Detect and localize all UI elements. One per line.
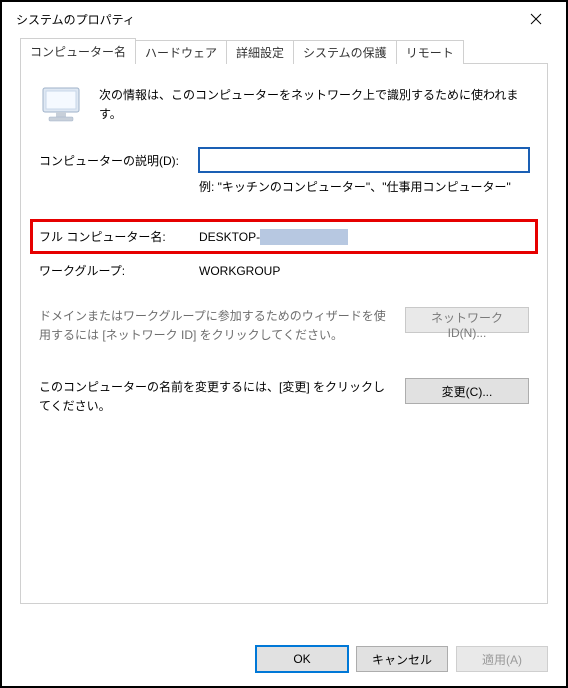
computer-icon (39, 86, 83, 126)
close-button[interactable] (516, 5, 556, 33)
full-computer-name-value: DESKTOP- (199, 229, 348, 245)
full-computer-name-label: フル コンピューター名: (39, 228, 199, 245)
description-example: 例: "キッチンのコンピューター"、"仕事用コンピューター" (199, 178, 529, 195)
intro-row: 次の情報は、このコンピューターをネットワーク上で識別するために使われます。 (39, 86, 529, 126)
change-name-text: このコンピューターの名前を変更するには、[変更] をクリックしてください。 (39, 378, 393, 415)
tab-panel-computer-name: 次の情報は、このコンピューターをネットワーク上で識別するために使われます。 コン… (20, 64, 548, 604)
change-button[interactable]: 変更(C)... (405, 378, 529, 404)
tab-label: コンピューター名 (30, 45, 126, 59)
change-name-section: このコンピューターの名前を変更するには、[変更] をクリックしてください。 変更… (39, 378, 529, 415)
tab-hardware[interactable]: ハードウェア (135, 40, 227, 64)
tab-label: システムの保護 (303, 46, 387, 60)
description-row: コンピューターの説明(D): (39, 148, 529, 172)
cancel-button[interactable]: キャンセル (356, 646, 448, 672)
full-computer-name-prefix: DESKTOP- (199, 230, 260, 244)
description-label: コンピューターの説明(D): (39, 152, 199, 169)
full-computer-name-highlight: フル コンピューター名: DESKTOP- (30, 219, 538, 254)
window-title: システムのプロパティ (16, 11, 516, 28)
tab-system-protection[interactable]: システムの保護 (293, 40, 397, 64)
tab-computer-name[interactable]: コンピューター名 (20, 38, 136, 64)
intro-text: 次の情報は、このコンピューターをネットワーク上で識別するために使われます。 (99, 86, 529, 124)
content-area: コンピューター名 ハードウェア 詳細設定 システムの保護 リモート (2, 36, 566, 616)
ok-button[interactable]: OK (256, 646, 348, 672)
description-input[interactable] (199, 148, 529, 172)
network-id-text: ドメインまたはワークグループに参加するためのウィザードを使用するには [ネットワ… (39, 307, 393, 344)
network-id-section: ドメインまたはワークグループに参加するためのウィザードを使用するには [ネットワ… (39, 307, 529, 344)
tab-advanced[interactable]: 詳細設定 (226, 40, 294, 64)
titlebar: システムのプロパティ (2, 2, 566, 36)
full-computer-name-row: フル コンピューター名: DESKTOP- (39, 228, 529, 245)
apply-button: 適用(A) (456, 646, 548, 672)
workgroup-value: WORKGROUP (199, 264, 280, 278)
close-icon (530, 13, 542, 25)
workgroup-row: ワークグループ: WORKGROUP (39, 262, 529, 279)
workgroup-label: ワークグループ: (39, 262, 199, 279)
tab-label: 詳細設定 (236, 46, 284, 60)
tab-strip: コンピューター名 ハードウェア 詳細設定 システムの保護 リモート (20, 40, 548, 64)
tab-label: ハードウェア (145, 46, 217, 60)
tab-remote[interactable]: リモート (396, 40, 464, 64)
dialog-footer: OK キャンセル 適用(A) (256, 646, 548, 672)
full-computer-name-redacted (260, 229, 348, 245)
system-properties-window: システムのプロパティ コンピューター名 ハードウェア 詳細設定 システムの保護 (0, 0, 568, 688)
network-id-button: ネットワーク ID(N)... (405, 307, 529, 333)
tab-label: リモート (406, 46, 454, 60)
